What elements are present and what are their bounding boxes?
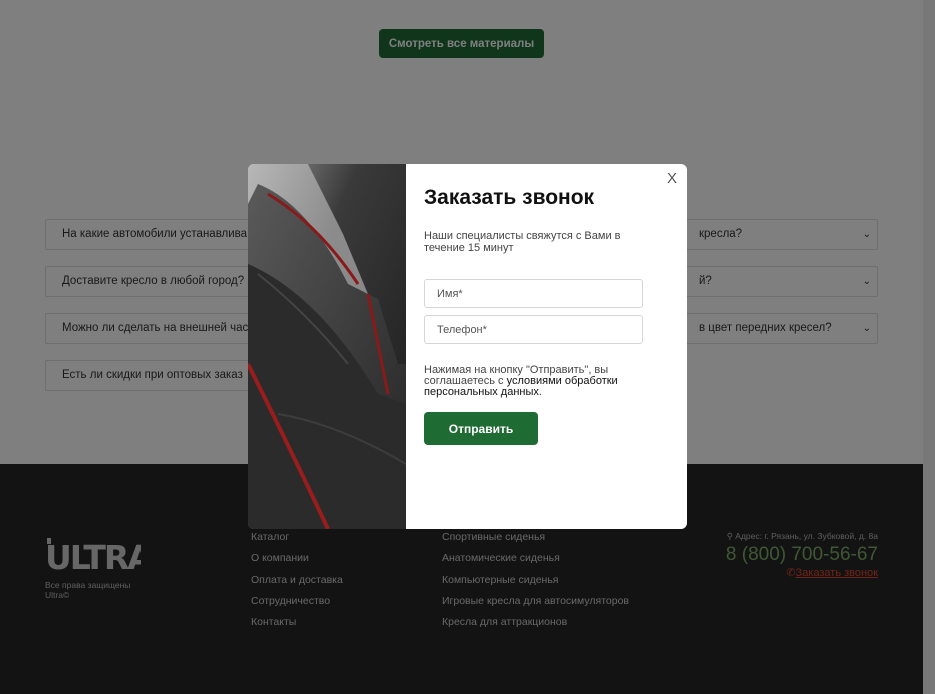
callback-modal: X Заказать звонок Наши специалисты свяжу… <box>248 164 687 529</box>
car-seat-image <box>248 164 406 529</box>
submit-button[interactable]: Отправить <box>424 412 538 445</box>
modal-subtitle: Наши специалисты свяжутся с Вами в течен… <box>424 230 621 254</box>
close-icon[interactable]: X <box>667 170 677 187</box>
modal-title: Заказать звонок <box>424 186 595 209</box>
phone-input[interactable] <box>424 315 643 344</box>
name-input[interactable] <box>424 279 643 308</box>
consent-text: Нажимая на кнопку "Отправить", вы соглаш… <box>424 364 618 398</box>
